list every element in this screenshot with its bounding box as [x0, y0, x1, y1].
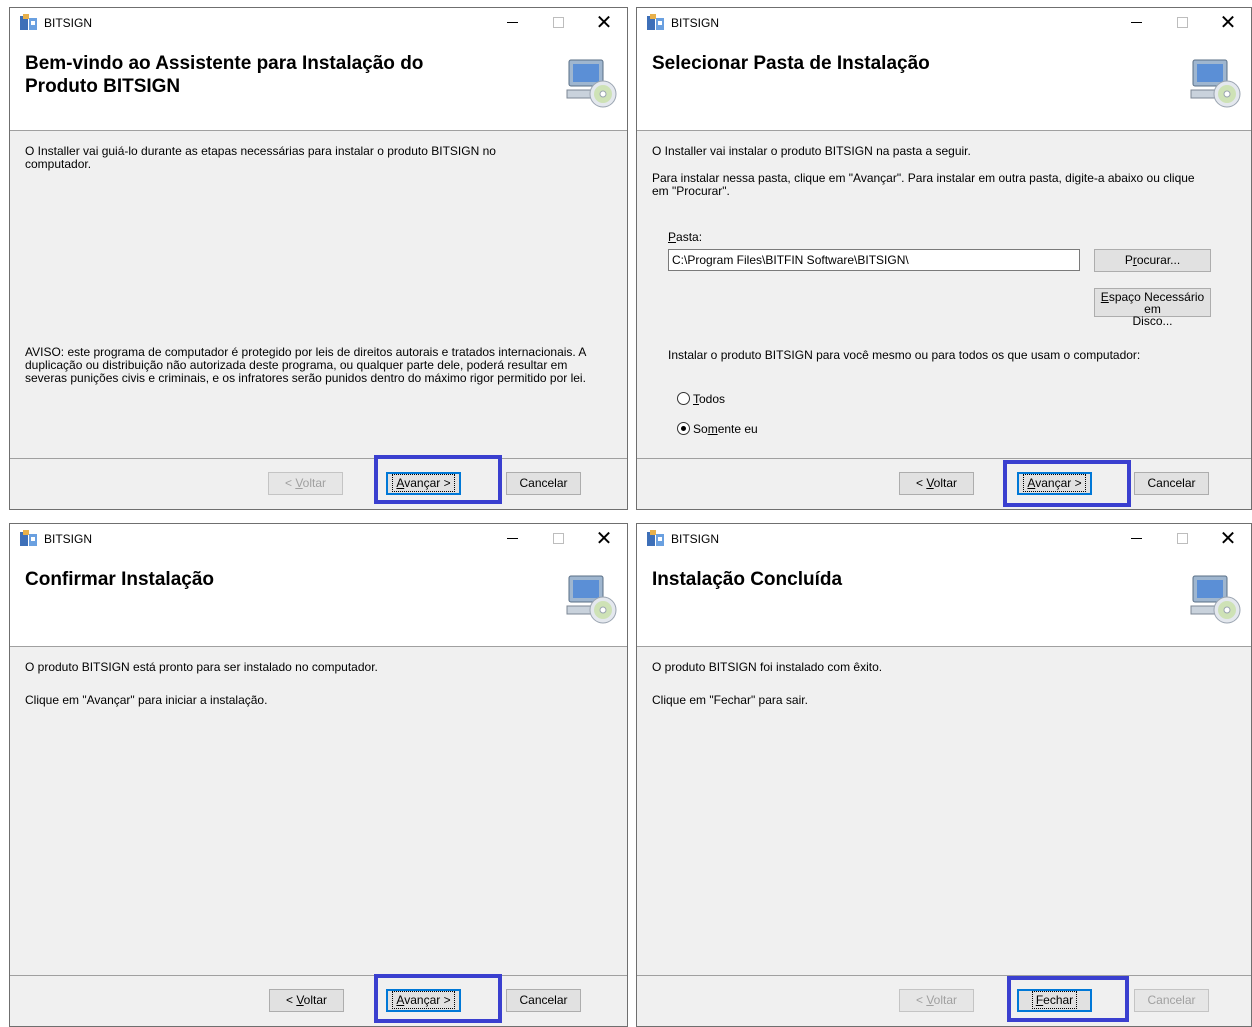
window-title: BITSIGN [44, 532, 93, 546]
highlight-box [1003, 460, 1131, 507]
title-bar[interactable]: BITSIGN ✕ [637, 8, 1251, 38]
instruction-text: Clique em "Avançar" para iniciar a insta… [25, 693, 268, 707]
radio-all-label: Todos [693, 391, 726, 406]
page-title: Confirmar Instalação [25, 569, 214, 590]
dialog-confirm: BITSIGN ✕ Confirmar Instalação O produto… [9, 523, 628, 1027]
installer-app-icon [20, 14, 37, 30]
dialog-body: O Installer vai instalar o produto BITSI… [637, 131, 1251, 458]
radio-only-me[interactable]: Somente eu [677, 420, 758, 436]
close-icon[interactable]: ✕ [581, 8, 627, 38]
button-bar: < Voltar Avançar > Cancelar [10, 458, 627, 509]
dialog-welcome: BITSIGN ✕ Bem-vindo ao Assistente para I… [9, 7, 628, 510]
cancel-button[interactable]: Cancelar [506, 989, 581, 1012]
computer-cd-icon [566, 575, 617, 624]
dialog-body: O produto BITSIGN foi instalado com êxit… [637, 647, 1251, 975]
cancel-button[interactable]: Cancelar [506, 472, 581, 495]
back-button[interactable]: < Voltar [899, 472, 974, 495]
back-button[interactable]: < Voltar [899, 989, 974, 1012]
cancel-button[interactable]: Cancelar [1134, 472, 1209, 495]
page-title: Selecionar Pasta de Instalação [652, 53, 930, 74]
computer-cd-icon [1190, 575, 1241, 624]
window-title: BITSIGN [671, 532, 720, 546]
page-title: Instalação Concluída [652, 569, 843, 590]
banner: Bem-vindo ao Assistente para Instalação … [10, 38, 627, 131]
button-bar: < Voltar Avançar > Cancelar [10, 975, 627, 1026]
instruction-text: Clique em "Fechar" para sair. [652, 693, 808, 707]
highlight-box [1007, 976, 1129, 1022]
window-title: BITSIGN [44, 16, 93, 30]
dialog-body: O produto BITSIGN está pronto para ser i… [10, 647, 627, 975]
title-bar[interactable]: BITSIGN ✕ [10, 8, 627, 38]
instructions-text: Para instalar nessa pasta, clique em "Av… [652, 171, 1195, 198]
scope-question: Instalar o produto BITSIGN para você mes… [668, 348, 1141, 362]
minimize-icon[interactable] [1113, 8, 1159, 38]
ready-text: O produto BITSIGN está pronto para ser i… [25, 660, 378, 674]
back-button[interactable]: < Voltar [269, 989, 344, 1012]
button-bar: < Voltar Fechar Cancelar [637, 975, 1251, 1026]
dialog-body: O Installer vai guiá-lo durante as etapa… [10, 131, 627, 458]
folder-label: Pasta: [668, 230, 703, 244]
dialog-select-folder: BITSIGN ✕ Selecionar Pasta de Instalação… [636, 7, 1252, 510]
disk-cost-label-line2: Disco... [1132, 314, 1173, 328]
browse-button[interactable]: Procurar... [1094, 249, 1211, 272]
button-bar: < Voltar Avançar > Cancelar [637, 458, 1251, 509]
computer-cd-icon [1190, 59, 1241, 108]
maximize-icon [535, 8, 581, 38]
minimize-icon[interactable] [1113, 524, 1159, 554]
banner: Instalação Concluída [637, 554, 1251, 647]
folder-path-input[interactable]: C:\Program Files\BITFIN Software\BITSIGN… [668, 249, 1080, 271]
banner: Confirmar Instalação [10, 554, 627, 647]
back-button[interactable]: < Voltar [268, 472, 343, 495]
maximize-icon [1159, 524, 1205, 554]
intro-text: O Installer vai guiá-lo durante as etapa… [25, 144, 496, 171]
radio-only-me-button[interactable] [677, 422, 690, 436]
close-icon[interactable]: ✕ [1205, 8, 1251, 38]
radio-all-button[interactable] [677, 392, 690, 406]
radio-only-me-label: Somente eu [693, 421, 758, 436]
close-icon[interactable]: ✕ [1205, 524, 1251, 554]
installer-app-icon [20, 530, 37, 546]
cancel-button[interactable]: Cancelar [1134, 989, 1209, 1012]
highlight-box [374, 974, 502, 1023]
installer-app-icon [647, 14, 664, 30]
minimize-icon[interactable] [489, 524, 535, 554]
disk-cost-button[interactable]: Espaço Necessário em Disco... [1094, 288, 1211, 327]
page-title: Bem-vindo ao Assistente para Instalação … [25, 53, 424, 97]
minimize-icon[interactable] [489, 8, 535, 38]
dialog-complete: BITSIGN ✕ Instalação Concluída O produto… [636, 523, 1252, 1027]
computer-cd-icon [566, 59, 617, 108]
intro-text: O Installer vai instalar o produto BITSI… [652, 144, 971, 158]
radio-all[interactable]: Todos [677, 390, 725, 406]
title-bar[interactable]: BITSIGN ✕ [10, 524, 627, 554]
warning-text: AVISO: este programa de computador é pro… [25, 345, 586, 385]
window-title: BITSIGN [671, 16, 720, 30]
success-text: O produto BITSIGN foi instalado com êxit… [652, 660, 883, 674]
close-icon[interactable]: ✕ [581, 524, 627, 554]
maximize-icon [1159, 8, 1205, 38]
highlight-box [374, 455, 502, 504]
installer-app-icon [647, 530, 664, 546]
maximize-icon [535, 524, 581, 554]
banner: Selecionar Pasta de Instalação [637, 38, 1251, 131]
title-bar[interactable]: BITSIGN ✕ [637, 524, 1251, 554]
